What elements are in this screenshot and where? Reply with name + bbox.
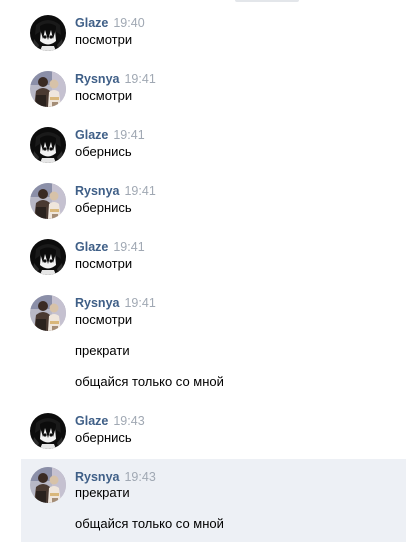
message-item-highlighted: Rysnya 19:43 прекрати общайся только со м… [21, 459, 406, 542]
message-item: Glaze 19:40 посмотри [0, 10, 406, 60]
message-text: общайся только со мной [75, 516, 224, 531]
message-header: Glaze 19:41 [75, 240, 145, 254]
message-text: прекрати [75, 485, 130, 500]
message-time: 19:43 [124, 470, 156, 484]
message-text: посмотри [75, 88, 133, 103]
author-name[interactable]: Glaze [75, 16, 108, 30]
message-text: обернись [75, 430, 132, 445]
author-name[interactable]: Rysnya [75, 296, 119, 310]
message-item: Rysnya 19:41 обернись [0, 178, 406, 228]
author-name[interactable]: Glaze [75, 128, 108, 142]
message-text: обернись [75, 144, 132, 159]
author-name[interactable]: Rysnya [75, 72, 119, 86]
message-item: Rysnya 19:41 посмотри [0, 66, 406, 116]
message-header: Glaze 19:41 [75, 128, 145, 142]
message-header: Glaze 19:43 [75, 414, 145, 428]
message-header: Rysnya 19:41 [75, 184, 156, 198]
message-header: Rysnya 19:43 [75, 470, 156, 484]
message-item: Glaze 19:41 обернись [0, 122, 406, 172]
message-time: 19:41 [124, 184, 156, 198]
message-header: Rysnya 19:41 [75, 72, 156, 86]
author-name[interactable]: Glaze [75, 240, 108, 254]
message-time: 19:41 [124, 296, 156, 310]
glaze-avatar-icon[interactable] [30, 127, 66, 163]
message-text: обернись [75, 200, 132, 215]
message-item: Glaze 19:43 обернись [0, 408, 406, 458]
author-name[interactable]: Rysnya [75, 184, 119, 198]
author-name[interactable]: Glaze [75, 414, 108, 428]
message-time: 19:41 [113, 240, 145, 254]
message-item: Rysnya 19:41 посмотри прекрати общайся то… [0, 290, 406, 400]
message-item: Glaze 19:41 посмотри [0, 234, 406, 284]
message-text: посмотри [75, 312, 133, 327]
author-name[interactable]: Rysnya [75, 470, 119, 484]
message-header: Glaze 19:40 [75, 16, 145, 30]
message-time: 19:43 [113, 414, 145, 428]
message-text: прекрати [75, 343, 130, 358]
message-time: 19:40 [113, 16, 145, 30]
message-header: Rysnya 19:41 [75, 296, 156, 310]
message-time: 19:41 [113, 128, 145, 142]
message-text: общайся только со мной [75, 374, 224, 389]
message-text: посмотри [75, 256, 133, 271]
scroll-indicator [235, 0, 299, 2]
glaze-avatar-icon[interactable] [30, 413, 66, 449]
glaze-avatar-icon[interactable] [30, 15, 66, 51]
message-time: 19:41 [124, 72, 156, 86]
rysnya-avatar-icon[interactable] [30, 467, 66, 503]
message-text: посмотри [75, 32, 133, 47]
rysnya-avatar-icon[interactable] [30, 295, 66, 331]
rysnya-avatar-icon[interactable] [30, 183, 66, 219]
rysnya-avatar-icon[interactable] [30, 71, 66, 107]
glaze-avatar-icon[interactable] [30, 239, 66, 275]
